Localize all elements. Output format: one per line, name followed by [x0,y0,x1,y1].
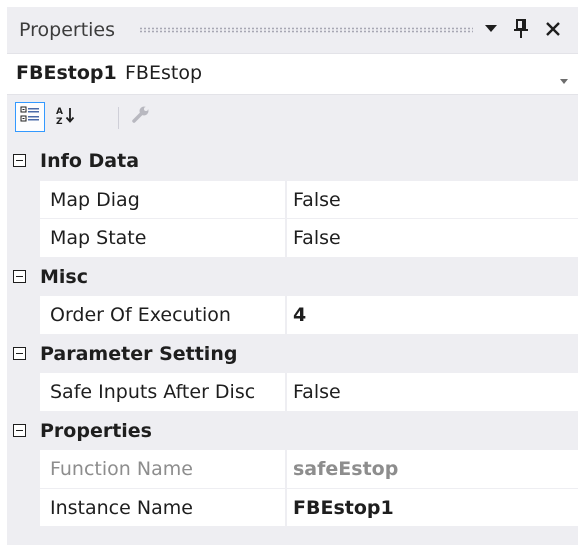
property-row-order-of-execution[interactable]: Order Of Execution 4 [7,296,578,335]
category-info-data[interactable]: Info Data [7,142,578,181]
collapse-icon[interactable] [13,269,26,283]
category-label: Info Data [40,150,140,172]
selected-object-name: FBEstop1 [16,62,117,84]
property-value[interactable]: False [293,188,341,212]
property-value-cell[interactable]: False [287,219,578,258]
category-label: Parameter Setting [40,342,238,365]
property-name: Order Of Execution [50,304,231,326]
category-parameter-setting[interactable]: Parameter Setting [7,334,578,373]
object-selector[interactable]: FBEstop1 FBEstop [7,53,578,95]
category-label: Properties [40,419,152,442]
property-row-safe-inputs-after-disc[interactable]: Safe Inputs After Disc False [7,373,578,412]
collapse-icon[interactable] [13,154,26,167]
property-name: Function Name [50,458,193,480]
alphabetical-button[interactable]: A Z [51,102,81,132]
property-value[interactable]: 4 [293,303,306,327]
property-value-cell[interactable]: False [287,373,578,412]
property-name-cell[interactable]: Order Of Execution [40,296,285,335]
property-row-function-name[interactable]: Function Name safeEstop [7,450,578,489]
selected-object-type: FBEstop [125,62,203,84]
close-icon[interactable] [541,15,565,43]
drag-grip[interactable] [139,27,473,33]
wrench-icon [131,105,151,129]
property-row-map-diag[interactable]: Map Diag False [7,180,578,219]
property-name-cell[interactable]: Map Diag [40,180,285,219]
property-name-cell[interactable]: Instance Name [40,488,285,527]
property-pages-button[interactable] [126,102,156,132]
panel-title: Properties [19,19,116,41]
category-properties[interactable]: Properties [7,411,578,450]
property-name-cell[interactable]: Safe Inputs After Disc [40,373,285,412]
property-row-instance-name[interactable]: Instance Name FBEstop1 [7,488,578,527]
collapse-icon[interactable] [13,423,26,437]
toolbar-separator [118,107,119,129]
window-position-dropdown-icon[interactable] [479,15,503,43]
property-value[interactable]: False [293,380,341,404]
property-value[interactable]: FBEstop1 [293,496,394,520]
category-label: Misc [40,265,88,288]
pin-icon[interactable] [509,15,533,43]
property-name: Instance Name [50,496,193,519]
category-misc[interactable]: Misc [7,257,578,296]
svg-text:Z: Z [56,117,63,125]
categorized-button[interactable] [15,102,45,132]
categorized-icon [20,106,40,128]
property-name: Map State [50,227,147,249]
properties-toolbar: A Z [7,95,578,139]
property-value[interactable]: False [293,226,341,250]
collapse-icon[interactable] [13,346,26,360]
property-value-cell: safeEstop [287,450,578,489]
property-name: Safe Inputs After Disc [50,381,256,403]
property-name-cell[interactable]: Map State [40,219,285,258]
chevron-down-icon[interactable] [560,69,568,88]
property-grid: Info Data Map Diag False Map State False… [7,142,578,527]
properties-panel: Properties FBEstop1 FBEstop A Z Info Dat… [7,7,578,545]
property-value-cell[interactable]: FBEstop1 [287,488,578,527]
svg-text:A: A [56,107,63,117]
property-row-map-state[interactable]: Map State False [7,219,578,258]
property-value-cell[interactable]: 4 [287,296,578,335]
property-value: safeEstop [293,458,399,480]
property-value-cell[interactable]: False [287,180,578,219]
property-name: Map Diag [50,188,140,211]
property-name-cell[interactable]: Function Name [40,450,285,489]
title-bar[interactable]: Properties [7,7,578,53]
alphabetical-sort-icon: A Z [55,105,77,129]
